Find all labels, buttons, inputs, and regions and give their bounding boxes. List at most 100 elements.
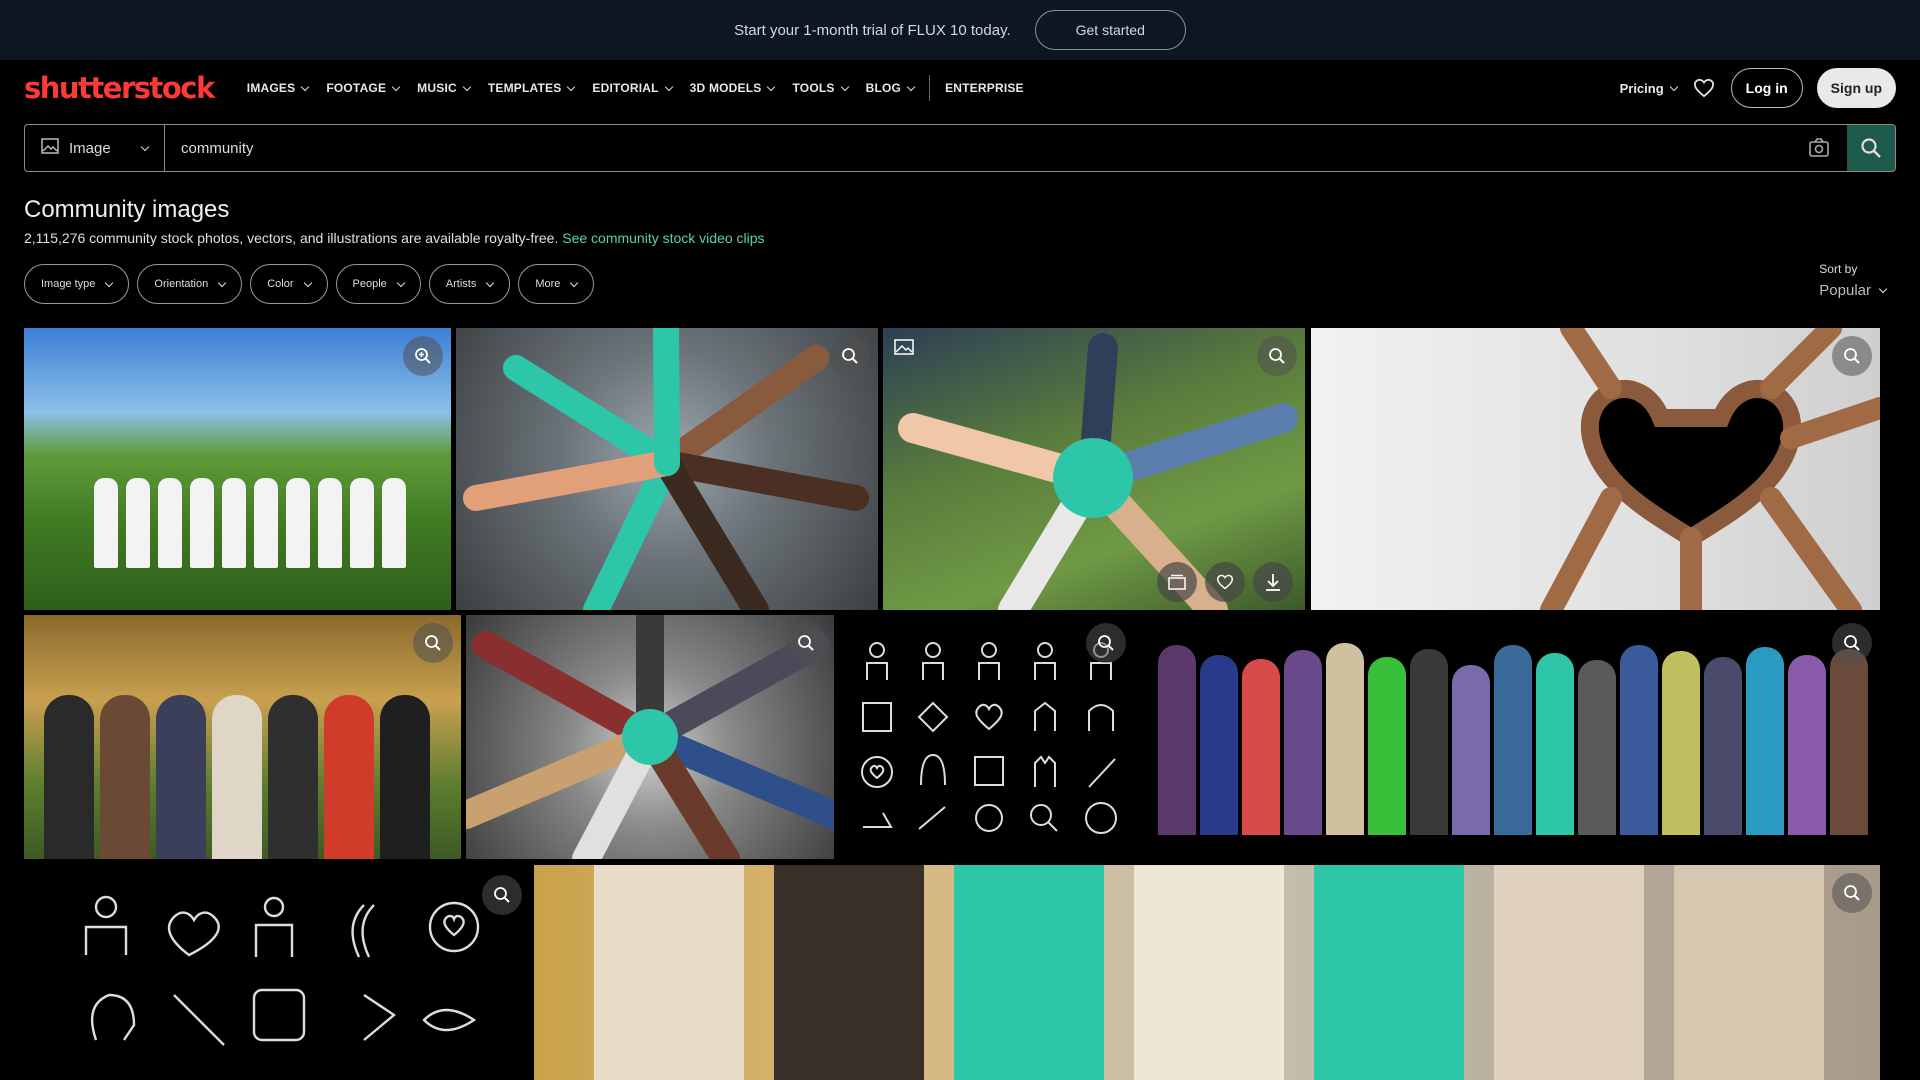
chevron-down-icon [217, 278, 227, 287]
login-button[interactable]: Log in [1730, 68, 1803, 108]
zoom-icon[interactable] [413, 623, 453, 663]
asset-type-select[interactable]: Image [25, 125, 165, 171]
filter-label: Color [267, 278, 294, 290]
image-tile-friends-park[interactable] [24, 615, 461, 859]
zoom-icon[interactable] [830, 336, 870, 376]
image-type-icon [891, 336, 917, 358]
nav-divider [929, 75, 931, 101]
heart-icon[interactable] [1205, 562, 1245, 602]
sort-value: Popular [1819, 282, 1888, 299]
filter-more[interactable]: More [518, 264, 595, 304]
chevron-down-icon [303, 278, 312, 287]
get-started-button[interactable]: Get started [1034, 10, 1186, 50]
image-tile-hands-stack[interactable] [883, 328, 1305, 610]
image-tile-charity-icons[interactable] [24, 865, 529, 1080]
pricing-label: Pricing [1619, 80, 1664, 96]
chevron-down-icon [396, 278, 406, 287]
chevron-down-icon [1878, 284, 1888, 294]
chevron-down-icon [140, 142, 150, 151]
filter-image-type[interactable]: Image type [24, 264, 130, 304]
filter-label: Orientation [154, 278, 209, 290]
nav-item-3d-models[interactable]: 3D MODELS [681, 81, 784, 95]
zoom-icon[interactable] [1832, 336, 1872, 376]
people-row [94, 478, 414, 568]
line-icons-illustration [84, 895, 480, 1046]
shutterstock-logo[interactable]: shutterstock [24, 71, 215, 105]
chevron-down-icon [301, 82, 310, 91]
download-icon[interactable] [1253, 562, 1293, 602]
nav-item-images[interactable]: IMAGES [238, 81, 318, 95]
zoom-icon[interactable] [1832, 623, 1872, 663]
nav-item-label: TOOLS [792, 81, 835, 95]
search-input[interactable] [165, 125, 1791, 171]
signup-button[interactable]: Sign up [1816, 68, 1896, 108]
chevron-down-icon [1669, 82, 1678, 91]
filter-bar: Image type Orientation Color People Arti… [24, 264, 595, 304]
chevron-down-icon [840, 82, 849, 91]
nav-item-tools[interactable]: TOOLS [783, 81, 856, 95]
nav-item-editorial[interactable]: EDITORIAL [583, 81, 680, 95]
chevron-down-icon [105, 278, 114, 287]
hands-illustration [466, 615, 834, 859]
nav-item-templates[interactable]: TEMPLATES [479, 81, 584, 95]
sort-control[interactable]: Sort by Popular [1819, 262, 1888, 299]
chevron-down-icon [570, 278, 579, 287]
image-tile-community-icons[interactable] [839, 615, 1139, 859]
tile-actions [1157, 562, 1293, 602]
page-title: Community images [24, 196, 230, 223]
promo-text: Start your 1-month trial of FLUX 10 toda… [734, 21, 1011, 39]
filter-artists[interactable]: Artists [428, 264, 511, 304]
nav-actions: Pricing Log in Sign up [1620, 68, 1896, 108]
favorites-heart-icon[interactable] [1691, 75, 1717, 101]
image-tile-hands-heart[interactable] [1311, 328, 1880, 610]
filter-label: Image type [41, 278, 96, 290]
search-bar: Image [24, 124, 1896, 172]
nav-item-enterprise[interactable]: ENTERPRISE [936, 81, 1033, 95]
nav-item-label: TEMPLATES [487, 81, 562, 95]
chevron-down-icon [486, 278, 495, 287]
crowd-illustration [1158, 643, 1868, 835]
nav-item-blog[interactable]: BLOG [857, 81, 923, 95]
filter-color[interactable]: Color [250, 264, 328, 304]
video-clips-link[interactable]: See community stock video clips [562, 230, 764, 246]
nav-item-label: IMAGES [246, 81, 296, 95]
zoom-icon[interactable] [786, 623, 826, 663]
image-tile-holding-hands[interactable] [534, 865, 1880, 1080]
nav-item-label: 3D MODELS [689, 81, 762, 95]
zoom-icon[interactable] [1832, 873, 1872, 913]
people-row [44, 695, 430, 859]
zoom-icon[interactable] [1086, 623, 1126, 663]
image-icon [41, 138, 59, 158]
top-nav: shutterstock IMAGES FOOTAGE MUSIC TEMPLA… [0, 60, 1920, 116]
image-tile-hands-circle[interactable] [456, 328, 878, 610]
hands-illustration [1540, 328, 1880, 610]
sort-label: Sort by [1819, 262, 1858, 276]
results-subtitle: 2,115,276 community stock photos, vector… [24, 230, 765, 246]
search-button[interactable] [1847, 125, 1895, 171]
zoom-icon[interactable] [1257, 336, 1297, 376]
pricing-menu[interactable]: Pricing [1619, 80, 1678, 96]
nav-item-music[interactable]: MUSIC [408, 81, 479, 95]
chevron-down-icon [906, 82, 916, 91]
image-tile-hands-together[interactable] [466, 615, 834, 859]
chevron-down-icon [664, 82, 673, 91]
results-count-text: 2,115,276 community stock photos, vector… [24, 230, 559, 246]
image-tile-team-field[interactable] [24, 328, 451, 610]
nav-item-label: FOOTAGE [326, 81, 387, 95]
nav-item-label: BLOG [865, 81, 902, 95]
filter-people[interactable]: People [335, 264, 421, 304]
zoom-icon[interactable] [403, 336, 443, 376]
asset-type-label: Image [69, 139, 111, 157]
chevron-down-icon [567, 82, 576, 91]
add-to-collection-icon[interactable] [1157, 562, 1197, 602]
nav-item-footage[interactable]: FOOTAGE [317, 81, 408, 95]
chevron-down-icon [767, 82, 776, 91]
zoom-icon[interactable] [482, 875, 522, 915]
promo-banner: Start your 1-month trial of FLUX 10 toda… [0, 0, 1920, 60]
image-tile-diverse-crowd[interactable] [1144, 615, 1880, 859]
chevron-down-icon [462, 82, 472, 91]
filter-orientation[interactable]: Orientation [137, 264, 243, 304]
sort-value-text: Popular [1819, 282, 1871, 299]
camera-search-icon[interactable] [1791, 125, 1847, 171]
nav-item-label: EDITORIAL [592, 81, 659, 95]
